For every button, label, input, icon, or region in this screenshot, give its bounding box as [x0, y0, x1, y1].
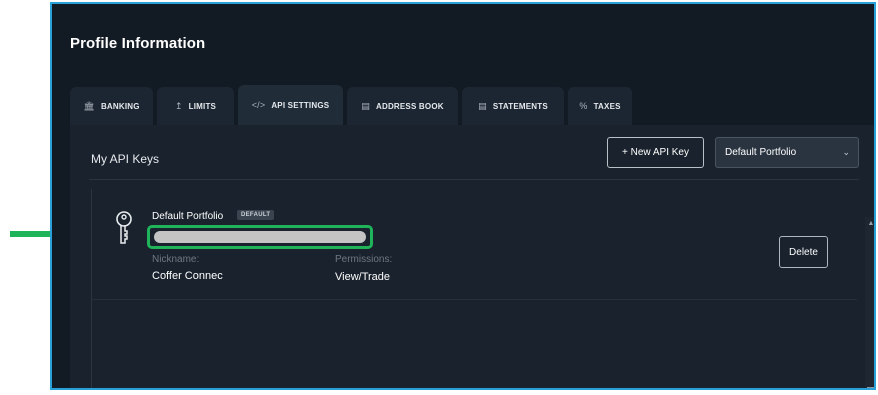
portfolio-select-value: Default Portfolio [725, 147, 797, 158]
tab-statements[interactable]: ▤ STATEMENTS [462, 87, 564, 125]
page-title: Profile Information [70, 35, 206, 52]
tab-label: LIMITS [188, 101, 217, 111]
scrollbar[interactable]: ▲ [865, 217, 874, 388]
limits-icon: ↥ [174, 100, 183, 111]
api-key-card: Default Portfolio DEFAULT Nickname: Coff… [91, 189, 874, 388]
key-portfolio-name: Default Portfolio [152, 211, 224, 222]
tab-address-book[interactable]: ▤ ADDRESS BOOK [347, 87, 458, 125]
status-badge: DEFAULT [237, 210, 275, 220]
tab-label: TAXES [593, 101, 621, 111]
nickname-label: Nickname: [152, 254, 200, 265]
api-settings-panel: My API Keys + New API Key Default Portfo… [70, 125, 874, 388]
app-window: Profile Information 🏛 BANKING ↥ LIMITS <… [50, 2, 876, 390]
tab-label: API SETTINGS [271, 100, 330, 110]
delete-button[interactable]: Delete [779, 236, 828, 268]
profile-tabs: 🏛 BANKING ↥ LIMITS </> API SETTINGS ▤ AD… [70, 85, 632, 125]
scroll-up-icon[interactable]: ▲ [865, 217, 874, 229]
new-api-key-button[interactable]: + New API Key [607, 137, 704, 168]
scroll-thumb[interactable] [867, 387, 874, 388]
section-title: My API Keys [91, 152, 160, 166]
portfolio-select[interactable]: Default Portfolio ⌄ [715, 137, 859, 168]
tab-taxes[interactable]: % TAXES [568, 87, 632, 125]
permissions-label: Permissions: [335, 254, 393, 265]
key-icon [116, 211, 132, 244]
tab-label: STATEMENTS [492, 101, 548, 111]
api-key-redacted-highlight [147, 225, 373, 249]
tab-label: ADDRESS BOOK [375, 101, 444, 111]
tab-limits[interactable]: ↥ LIMITS [157, 87, 234, 125]
statement-icon: ▤ [478, 100, 487, 111]
divider [89, 179, 859, 180]
tab-banking[interactable]: 🏛 BANKING [70, 87, 153, 125]
nickname-value: Coffer Connec [152, 270, 223, 282]
chevron-down-icon: ⌄ [842, 147, 850, 157]
bank-icon: 🏛 [83, 100, 95, 111]
permissions-value: View/Trade [335, 271, 391, 283]
tab-api-settings[interactable]: </> API SETTINGS [238, 85, 343, 125]
code-icon: </> [251, 100, 266, 110]
address-book-icon: ▤ [361, 100, 370, 111]
divider [92, 299, 857, 300]
percent-icon: % [579, 101, 588, 111]
tab-label: BANKING [100, 101, 140, 111]
api-key-redacted [154, 231, 366, 243]
